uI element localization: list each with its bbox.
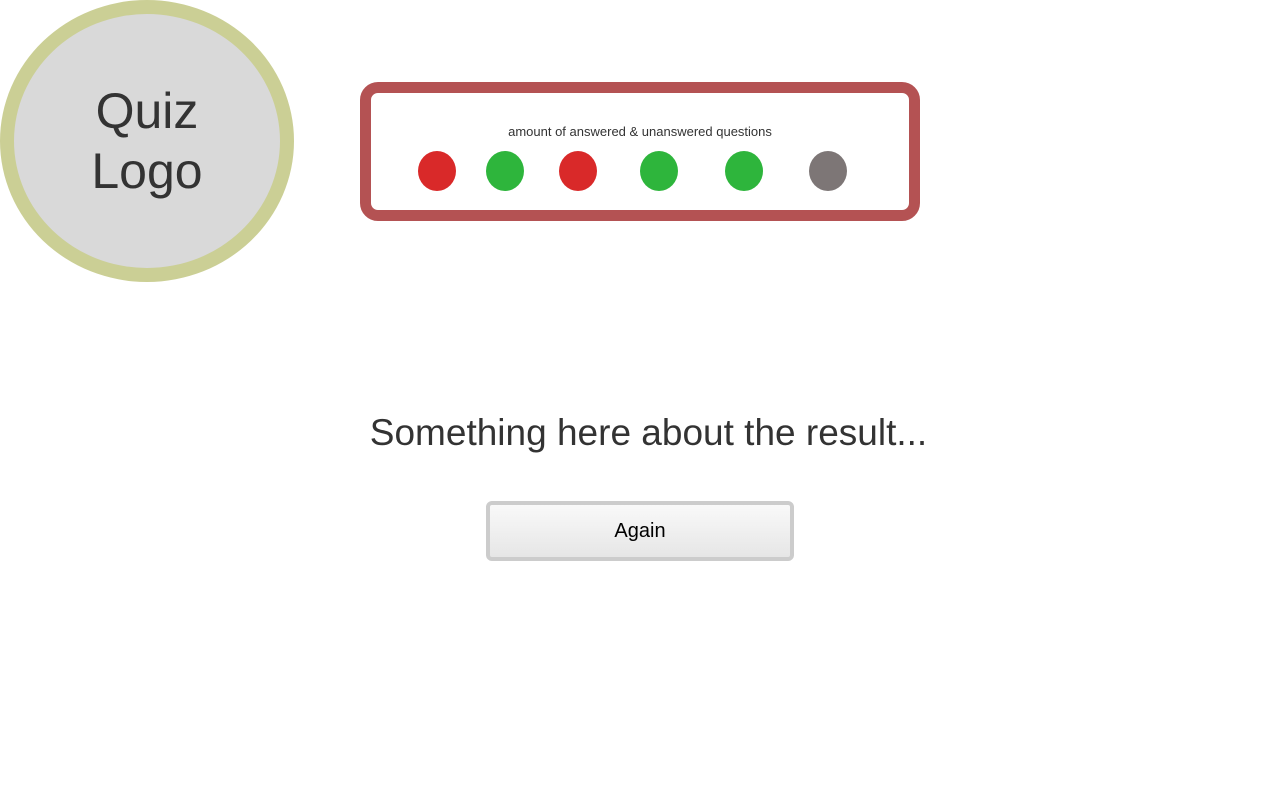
again-button[interactable]: Again	[486, 501, 794, 561]
logo-line-1: Quiz	[95, 83, 199, 139]
result-message: Something here about the result...	[369, 412, 928, 453]
question-status-dot-unanswered	[809, 151, 847, 191]
question-status-dot-wrong	[418, 151, 456, 191]
progress-caption: amount of answered & unanswered question…	[508, 124, 772, 139]
question-status-dot-correct	[725, 151, 763, 191]
question-status-dot-correct	[640, 151, 678, 191]
quiz-logo: Quiz Logo	[0, 0, 294, 282]
question-status-dot-correct	[486, 151, 524, 191]
question-status-dot-wrong	[559, 151, 597, 191]
logo-line-2: Logo	[91, 143, 203, 199]
question-progress-panel: amount of answered & unanswered question…	[360, 82, 920, 221]
quiz-result-page: Quiz Logo amount of answered & unanswere…	[0, 0, 1280, 800]
